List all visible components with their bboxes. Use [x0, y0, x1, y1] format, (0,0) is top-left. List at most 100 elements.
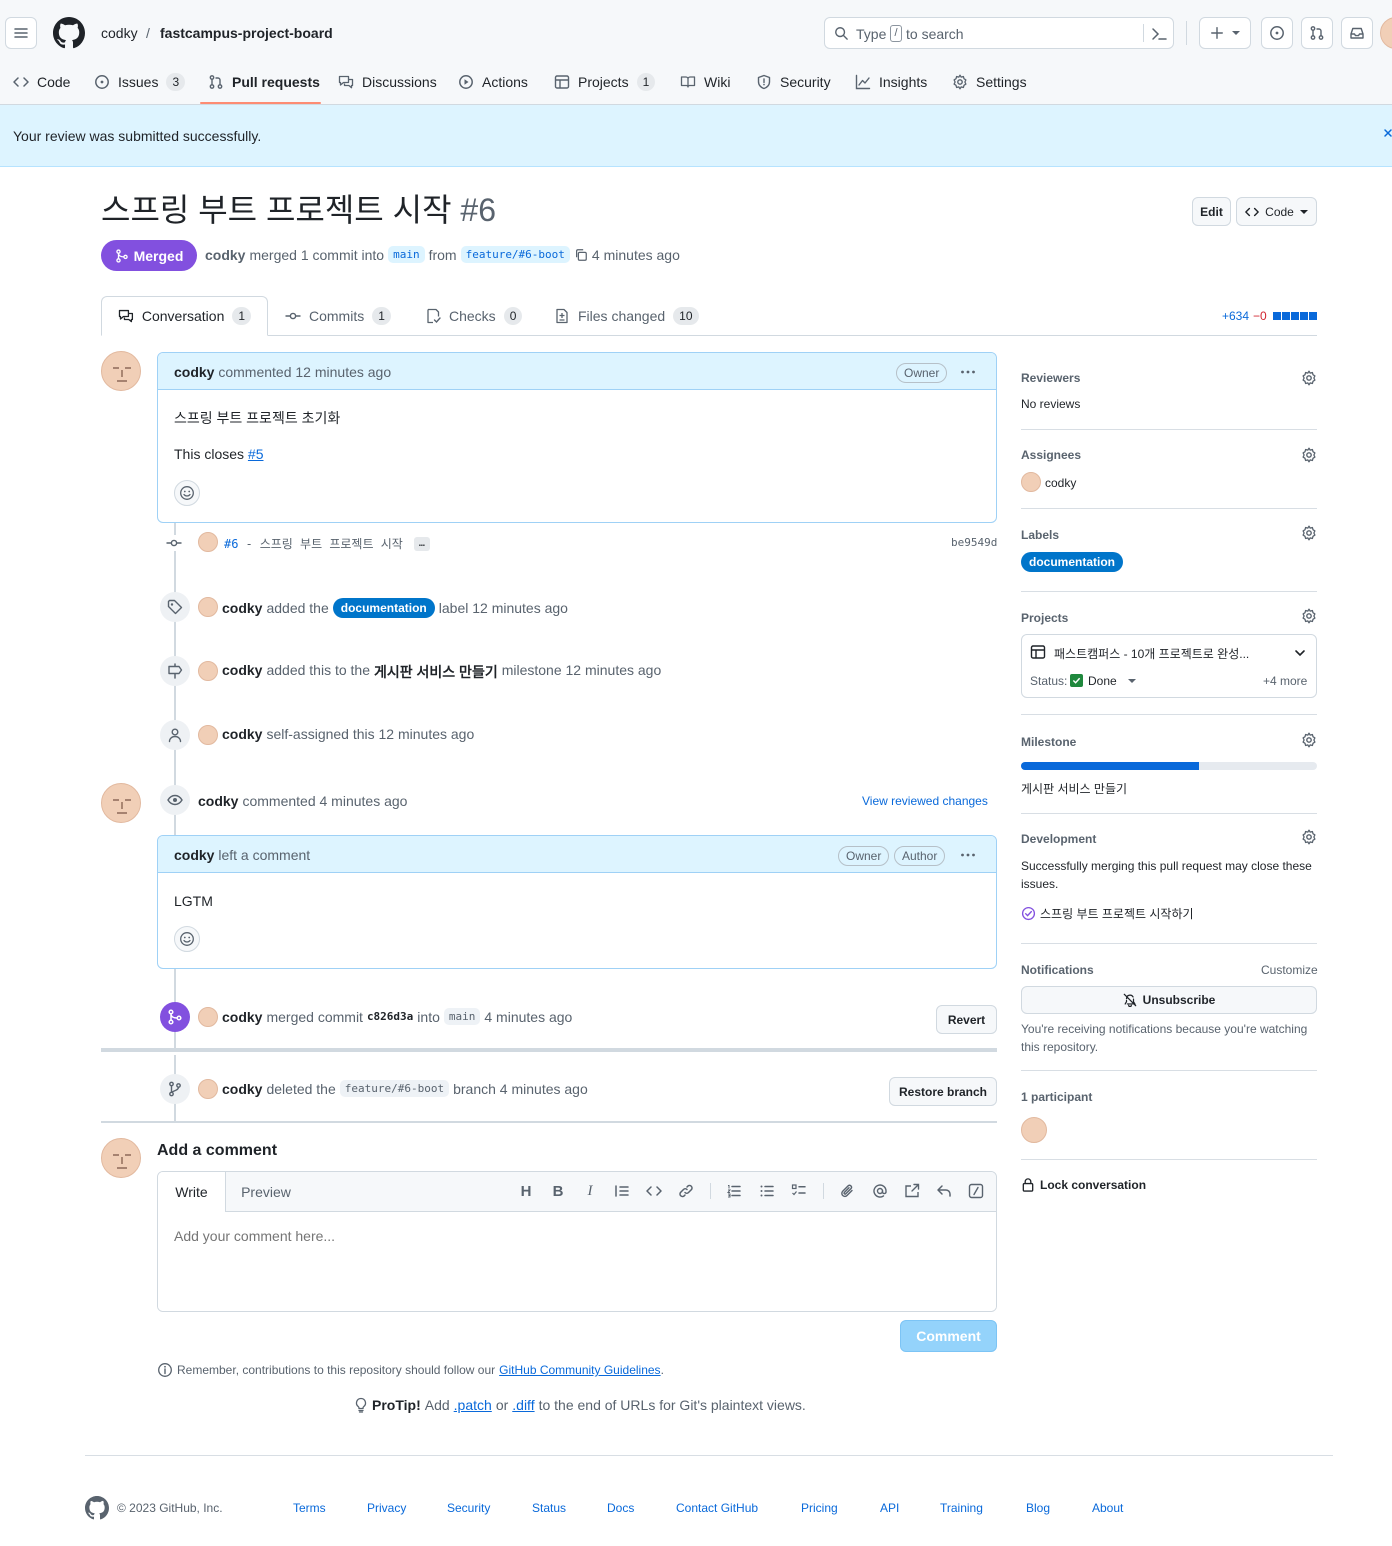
kebab-horizontal-icon[interactable]	[960, 848, 976, 862]
repo-owner-link[interactable]: codky	[101, 25, 138, 41]
tab-files-changed[interactable]: Files changed 10	[538, 296, 715, 336]
assignees-heading[interactable]: Assignees	[1021, 448, 1081, 462]
merge-base-branch[interactable]: main	[443, 1008, 481, 1025]
milestone-name[interactable]: 게시판 서비스 만들기	[1021, 780, 1127, 797]
close-icon[interactable]	[1382, 128, 1392, 140]
footer-link-pricing[interactable]: Pricing	[801, 1501, 838, 1515]
create-new-button[interactable]	[1199, 17, 1251, 49]
sidebar-documentation-label[interactable]: documentation	[1021, 552, 1123, 572]
milestone-event-link[interactable]: 게시판 서비스 만들기	[374, 662, 498, 682]
commit-sha-link[interactable]: be9549d	[951, 536, 997, 549]
triangle-down-icon[interactable]	[1128, 677, 1136, 685]
project-status-value[interactable]: Done	[1088, 674, 1117, 688]
linked-issue[interactable]: 스프링 부트 프로젝트 시작하기	[1021, 905, 1194, 922]
quote-icon[interactable]	[611, 1180, 633, 1202]
head-branch[interactable]: feature/#6-boot	[460, 246, 570, 263]
reviewers-heading[interactable]: Reviewers	[1021, 371, 1080, 385]
repo-tab-projects[interactable]: Projects 1	[554, 64, 656, 100]
review-comment-author[interactable]: codky	[174, 847, 214, 863]
unordered-list-icon[interactable]	[756, 1180, 778, 1202]
repo-tab-issues[interactable]: Issues 3	[94, 64, 186, 100]
milestone-event-avatar[interactable]	[198, 661, 218, 681]
commit-author-avatar[interactable]	[198, 532, 218, 552]
kebab-horizontal-icon[interactable]	[960, 365, 976, 379]
pr-author-link[interactable]: codky	[205, 247, 245, 263]
label-event-author[interactable]: codky	[222, 600, 262, 616]
repo-tab-actions[interactable]: Actions	[458, 64, 528, 100]
footer-link-status[interactable]: Status	[532, 1501, 566, 1515]
project-name[interactable]: 패스트캠퍼스 - 10개 프로젝트로 완성...	[1054, 645, 1249, 662]
pull-requests-button[interactable]	[1301, 17, 1333, 49]
footer-link-api[interactable]: API	[880, 1501, 899, 1515]
add-reaction-button[interactable]	[174, 480, 200, 506]
milestone-event-author[interactable]: codky	[222, 662, 262, 682]
gear-icon[interactable]	[1301, 829, 1317, 845]
paperclip-icon[interactable]	[837, 1180, 859, 1202]
reply-icon[interactable]	[933, 1180, 955, 1202]
protip-diff-link[interactable]: .diff	[512, 1397, 534, 1413]
documentation-label[interactable]: documentation	[332, 598, 435, 618]
repo-tab-pull-requests[interactable]: Pull requests	[208, 64, 320, 100]
customize-link[interactable]: Customize	[1261, 963, 1318, 977]
footer-link-blog[interactable]: Blog	[1026, 1501, 1050, 1515]
gear-icon[interactable]	[1301, 370, 1317, 386]
restore-branch-button[interactable]: Restore branch	[889, 1077, 997, 1106]
repo-tab-settings[interactable]: Settings	[952, 64, 1027, 100]
tab-write[interactable]: Write	[158, 1172, 226, 1212]
comment-author-avatar[interactable]	[101, 351, 141, 391]
participant-avatar[interactable]	[1021, 1117, 1047, 1143]
footer-link-security[interactable]: Security	[447, 1501, 490, 1515]
tab-commits[interactable]: Commits 1	[269, 296, 407, 336]
gear-icon[interactable]	[1301, 447, 1317, 463]
repo-tab-wiki[interactable]: Wiki	[680, 64, 730, 100]
gear-icon[interactable]	[1301, 525, 1317, 541]
assignee-name[interactable]: codky	[1045, 476, 1076, 490]
italic-icon[interactable]: I	[579, 1180, 601, 1202]
repo-tab-code[interactable]: Code	[13, 64, 70, 100]
tasklist-icon[interactable]	[788, 1180, 810, 1202]
tab-conversation[interactable]: Conversation 1	[101, 296, 268, 336]
comment-author[interactable]: codky	[174, 364, 214, 380]
chevron-down-icon[interactable]	[1294, 647, 1306, 659]
revert-button[interactable]: Revert	[936, 1005, 997, 1034]
cross-reference-icon[interactable]	[901, 1180, 923, 1202]
labels-heading[interactable]: Labels	[1021, 528, 1059, 542]
gear-icon[interactable]	[1301, 608, 1317, 624]
comment-textarea[interactable]	[158, 1212, 996, 1311]
project-card[interactable]: 패스트캠퍼스 - 10개 프로젝트로 완성... Status: Done +4…	[1021, 634, 1317, 698]
merge-event-avatar[interactable]	[198, 1007, 218, 1027]
development-heading[interactable]: Development	[1021, 832, 1096, 846]
unsubscribe-button[interactable]: Unsubscribe	[1021, 986, 1317, 1014]
footer-link-terms[interactable]: Terms	[293, 1501, 326, 1515]
footer-link-contact[interactable]: Contact GitHub	[676, 1501, 758, 1515]
review-author-avatar[interactable]	[101, 783, 141, 823]
search-input[interactable]: Type / to search	[824, 17, 1174, 49]
menu-button[interactable]	[5, 17, 37, 49]
github-logo[interactable]	[53, 17, 85, 49]
footer-link-privacy[interactable]: Privacy	[367, 1501, 406, 1515]
protip-patch-link[interactable]: .patch	[454, 1397, 492, 1413]
guidelines-link[interactable]: GitHub Community Guidelines	[499, 1363, 660, 1377]
gear-icon[interactable]	[1301, 732, 1317, 748]
footer-logo[interactable]	[85, 1496, 109, 1520]
label-event-avatar[interactable]	[198, 597, 218, 617]
merge-event-author[interactable]: codky	[222, 1009, 262, 1025]
repo-tab-insights[interactable]: Insights	[855, 64, 927, 100]
ordered-list-icon[interactable]	[723, 1180, 745, 1202]
repo-tab-discussions[interactable]: Discussions	[338, 64, 437, 100]
link-icon[interactable]	[675, 1180, 697, 1202]
slash-command-icon[interactable]	[965, 1180, 987, 1202]
issue-link[interactable]: #5	[248, 446, 264, 462]
copy-icon[interactable]	[574, 248, 588, 262]
merge-commit-sha[interactable]: c826d3a	[367, 1010, 413, 1023]
assign-event-author[interactable]: codky	[222, 726, 262, 742]
projects-heading[interactable]: Projects	[1021, 611, 1068, 625]
code-dropdown-button[interactable]: Code	[1236, 197, 1317, 226]
repo-name-link[interactable]: fastcampus-project-board	[160, 25, 333, 41]
lock-conversation-link[interactable]: Lock conversation	[1021, 1177, 1146, 1192]
edit-title-button[interactable]: Edit	[1192, 197, 1231, 226]
view-reviewed-changes-link[interactable]: View reviewed changes	[862, 794, 988, 808]
comment-submit-button[interactable]: Comment	[900, 1320, 997, 1352]
heading-icon[interactable]: H	[515, 1180, 537, 1202]
command-palette-icon[interactable]	[1151, 26, 1167, 42]
